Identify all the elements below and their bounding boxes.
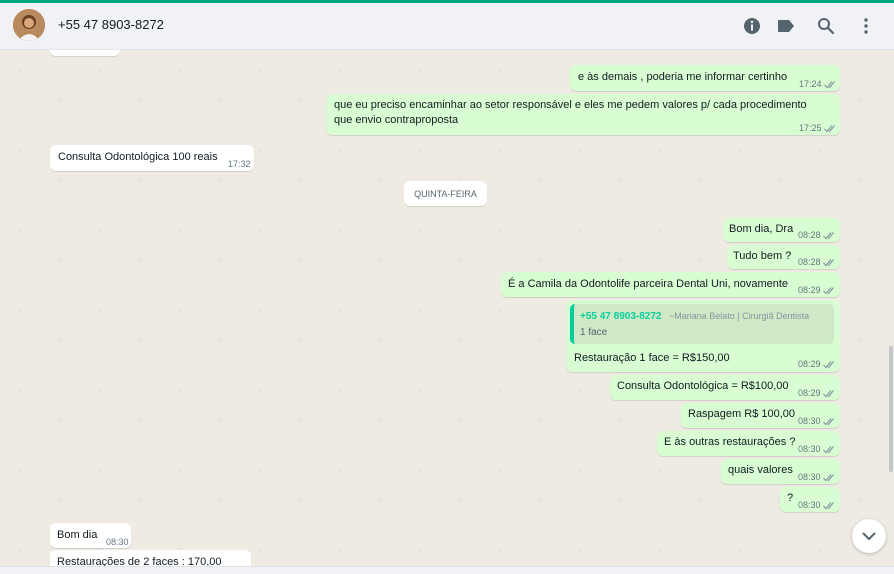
avatar[interactable] xyxy=(13,9,45,41)
message-text: e às demais , poderia me informar certin… xyxy=(578,71,788,83)
message-meta: 08:30 xyxy=(106,535,129,550)
message-bubble-outgoing[interactable]: ? 08:30 xyxy=(780,487,840,512)
chevron-down-icon xyxy=(862,532,876,540)
chat-header: +55 47 8903-8272 xyxy=(0,3,894,50)
quoted-author: ~Mariana Belato | Cirurgiã Dentista xyxy=(669,311,810,321)
label-icon[interactable] xyxy=(775,15,797,37)
message-time: 08:30 xyxy=(798,472,821,482)
double-check-icon xyxy=(822,502,834,510)
message-bubble-outgoing[interactable]: Bom dia, Dra 08:28 xyxy=(723,218,840,242)
quoted-message[interactable]: +55 47 8903-8272 ~Mariana Belato | Cirur… xyxy=(570,304,834,344)
message-time: 08:30 xyxy=(798,500,821,510)
message-text: Consulta Odontológica 100 reais xyxy=(58,151,218,163)
message-time: 08:28 xyxy=(798,230,821,240)
double-check-icon xyxy=(822,259,834,267)
double-check-icon xyxy=(822,232,834,240)
message-time: 08:29 xyxy=(798,285,821,295)
message-time: 08:28 xyxy=(798,257,821,267)
composer-bar xyxy=(0,566,894,574)
message-bubble-incoming[interactable]: Consulta Odontológica 100 reais 17:32 xyxy=(50,145,254,171)
message-text: Restauração 1 face = R$150,00 xyxy=(574,352,730,364)
message-text: Bom dia xyxy=(57,529,98,541)
double-check-icon xyxy=(823,81,835,89)
message-meta: 08:29 xyxy=(798,283,837,298)
message-meta: 08:29 xyxy=(798,386,837,401)
message-time: 17:32 xyxy=(228,159,251,169)
menu-icon[interactable] xyxy=(855,15,877,37)
message-text: Restaurações de 2 faces : 170,00 xyxy=(57,556,222,566)
scroll-to-bottom-button[interactable] xyxy=(852,519,886,553)
message-bubble-outgoing[interactable]: E às outras restaurações ? 08:30 xyxy=(657,431,840,456)
double-check-icon xyxy=(822,390,834,398)
message-meta: 08:30 xyxy=(798,414,837,429)
message-bubble-outgoing[interactable]: que eu preciso encaminhar ao setor respo… xyxy=(326,94,840,135)
message-text: Consulta Odontológica = R$100,00 xyxy=(617,380,789,392)
message-time: 08:29 xyxy=(798,359,821,369)
message-list[interactable]: e às demais , poderia me informar certin… xyxy=(0,50,894,566)
message-text: ? xyxy=(787,492,794,504)
message-bubble-outgoing[interactable]: Raspagem R$ 100,00 08:30 xyxy=(681,403,840,428)
contact-name[interactable]: +55 47 8903-8272 xyxy=(58,17,164,32)
message-meta: 17:24 xyxy=(799,77,838,92)
message-meta: 17:32 xyxy=(228,157,251,172)
message-bubble-outgoing[interactable]: Consulta Odontológica = R$100,00 08:29 xyxy=(610,375,840,400)
message-text-line: que eu preciso encaminhar ao setor respo… xyxy=(334,99,807,111)
message-time: 17:24 xyxy=(799,79,822,89)
quoted-sender: +55 47 8903-8272 xyxy=(580,311,662,322)
message-bubble-outgoing[interactable]: Tudo bem ? 08:28 xyxy=(727,245,840,269)
double-check-icon xyxy=(822,361,834,369)
message-text-line: que envio contraproposta xyxy=(334,114,459,126)
message-text: Raspagem R$ 100,00 xyxy=(688,408,796,420)
message-text: É a Camila da Odontolife parceira Dental… xyxy=(508,278,789,290)
message-time: 08:29 xyxy=(798,388,821,398)
message-meta: 08:28 xyxy=(798,228,837,243)
message-text: Bom dia, Dra xyxy=(729,223,794,235)
search-icon[interactable] xyxy=(815,15,837,37)
info-icon[interactable] xyxy=(741,15,763,37)
message-time: 08:30 xyxy=(798,416,821,426)
message-text: Tudo bem ? xyxy=(733,250,792,262)
double-check-icon xyxy=(822,474,834,482)
message-bubble-outgoing[interactable]: quais valores 08:30 xyxy=(721,459,840,484)
double-check-icon xyxy=(822,446,834,454)
double-check-icon xyxy=(822,418,834,426)
message-bubble-incoming[interactable]: Restaurações de 2 faces : 170,00 xyxy=(50,550,251,566)
message-meta: 08:29 xyxy=(798,357,837,372)
message-time: 08:30 xyxy=(798,444,821,454)
double-check-icon xyxy=(823,125,835,133)
scrollbar-thumb[interactable] xyxy=(889,346,893,472)
message-time: 17:25 xyxy=(799,123,822,133)
date-separator: QUINTA-FEIRA xyxy=(404,181,487,206)
quoted-text: 1 face xyxy=(580,327,608,338)
message-bubble-incoming[interactable]: Bom dia 08:30 xyxy=(50,523,131,548)
double-check-icon xyxy=(822,287,834,295)
avatar-image xyxy=(13,9,45,41)
message-bubble-partial xyxy=(50,50,120,56)
message-meta: 08:30 xyxy=(798,442,837,457)
message-meta: 17:25 xyxy=(799,121,838,136)
message-time: 08:30 xyxy=(106,537,129,547)
message-bubble-outgoing[interactable]: e às demais , poderia me informar certin… xyxy=(570,65,840,91)
message-meta: 08:30 xyxy=(798,498,837,513)
message-text: E às outras restaurações ? xyxy=(664,436,796,448)
message-bubble-outgoing-reply[interactable]: +55 47 8903-8272 ~Mariana Belato | Cirur… xyxy=(566,300,840,372)
message-meta: 08:30 xyxy=(798,470,837,485)
message-bubble-outgoing[interactable]: É a Camila da Odontolife parceira Dental… xyxy=(501,272,840,297)
message-meta: 08:28 xyxy=(798,255,837,270)
message-text: quais valores xyxy=(728,464,793,476)
